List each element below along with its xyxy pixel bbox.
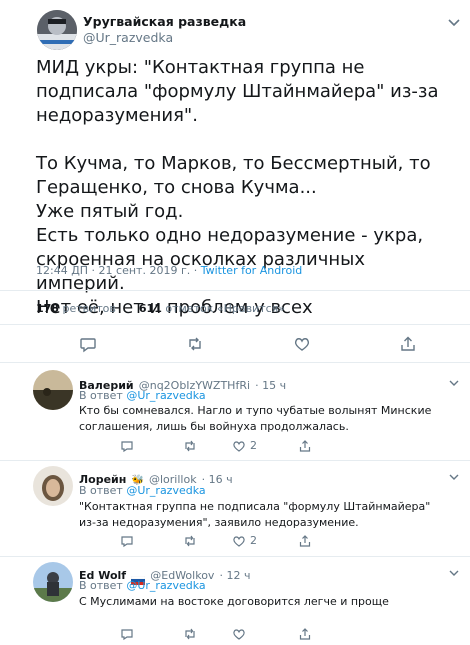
reply-avatar[interactable] xyxy=(33,466,73,506)
author-name[interactable]: Уругвайская разведка xyxy=(83,14,246,29)
reply-comment-icon[interactable] xyxy=(120,533,134,548)
reply-like-icon[interactable] xyxy=(232,438,246,452)
reply-like-count: 2 xyxy=(250,534,257,547)
reply-to-prefix: В ответ xyxy=(79,484,123,497)
reply-comment-icon[interactable] xyxy=(120,438,134,453)
like-icon[interactable] xyxy=(293,335,311,353)
likes-count: 611 xyxy=(138,302,162,315)
retweets-label: ретвитов xyxy=(62,302,116,315)
tweet-stats: 178 ретвитов 611 отметок «Нравится» xyxy=(36,302,285,315)
tweet-text: МИД укры: "Контактная группа не подписал… xyxy=(36,57,439,318)
divider xyxy=(0,460,470,461)
chevron-down-icon[interactable] xyxy=(448,374,460,386)
reply-like-icon[interactable] xyxy=(232,533,246,547)
tweet-timestamp[interactable]: 12:44 ДП · 21 сент. 2019 г. · xyxy=(36,264,201,277)
reply-retweet-icon[interactable] xyxy=(183,626,197,640)
reply-comment-icon[interactable] xyxy=(120,626,134,641)
reply-share-icon[interactable] xyxy=(298,438,312,452)
reply-to-line: В ответ @Ur_razvedka xyxy=(79,389,206,402)
reply-to-line: В ответ @Ur_razvedka xyxy=(79,579,206,592)
reply-avatar[interactable] xyxy=(33,370,73,410)
reply-time[interactable]: · 15 ч xyxy=(255,379,286,392)
likes-label: отметок «Нравится» xyxy=(165,302,286,315)
divider xyxy=(0,324,470,325)
reply-text: Кто бы сомневался. Нагло и тупо чубатые … xyxy=(79,404,432,433)
reply-icon[interactable] xyxy=(79,335,97,353)
reply-like-icon[interactable] xyxy=(232,626,246,640)
reply-text: "Контактная группа не подписала "формулу… xyxy=(79,500,431,529)
reply-to-handle[interactable]: @Ur_razvedka xyxy=(126,389,205,402)
author-handle[interactable]: @Ur_razvedka xyxy=(83,30,173,45)
divider xyxy=(0,290,470,291)
reply-time[interactable]: · 16 ч xyxy=(202,473,233,486)
divider xyxy=(0,362,470,363)
likes-stat[interactable]: 611 отметок «Нравится» xyxy=(139,302,285,315)
reply-time[interactable]: · 12 ч xyxy=(220,569,251,582)
reply-retweet-icon[interactable] xyxy=(183,533,197,547)
retweets-stat[interactable]: 178 ретвитов xyxy=(36,302,116,315)
reply-like-count: 2 xyxy=(250,439,257,452)
reply-to-handle[interactable]: @Ur_razvedka xyxy=(126,579,205,592)
divider xyxy=(0,556,470,557)
reply-to-prefix: В ответ xyxy=(79,579,123,592)
reply-to-handle[interactable]: @Ur_razvedka xyxy=(126,484,205,497)
tweet-source[interactable]: Twitter for Android xyxy=(201,264,303,277)
chevron-down-icon[interactable] xyxy=(448,564,460,576)
reply-share-icon[interactable] xyxy=(298,626,312,640)
reply-share-icon[interactable] xyxy=(298,533,312,547)
flag-icon xyxy=(131,570,146,585)
more-options-icon[interactable] xyxy=(446,14,462,30)
reply-avatar[interactable] xyxy=(33,562,73,602)
tweet-meta: 12:44 ДП · 21 сент. 2019 г. · Twitter fo… xyxy=(36,264,302,277)
retweet-icon[interactable] xyxy=(186,335,204,353)
share-icon[interactable] xyxy=(399,335,417,353)
retweets-count: 178 xyxy=(36,302,59,315)
reply-to-prefix: В ответ xyxy=(79,389,123,402)
reply-retweet-icon[interactable] xyxy=(183,438,197,452)
author-avatar[interactable] xyxy=(37,10,77,50)
chevron-down-icon[interactable] xyxy=(448,468,460,480)
reply-to-line: В ответ @Ur_razvedka xyxy=(79,484,206,497)
reply-text: С Муслимами на востоке договорится легче… xyxy=(79,595,389,608)
